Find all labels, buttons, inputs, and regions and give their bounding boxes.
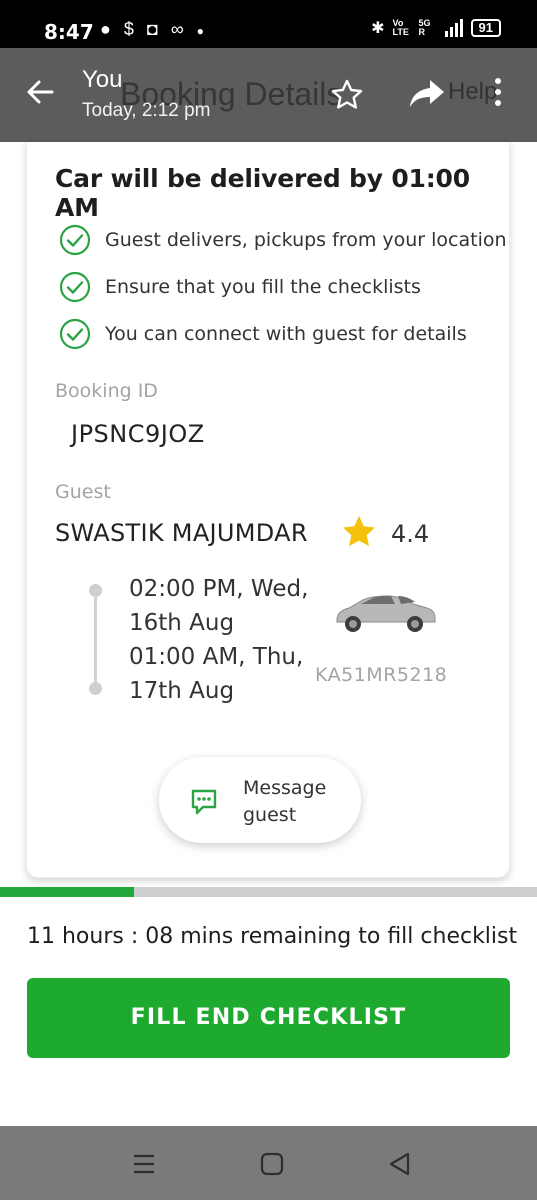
check-item-text: You can connect with guest for details bbox=[105, 323, 467, 345]
menu-icon[interactable] bbox=[130, 1150, 158, 1178]
start-date-line2: 16th Aug bbox=[129, 610, 235, 636]
check-circle-icon bbox=[59, 224, 91, 256]
checklist-progress-bar bbox=[0, 887, 537, 897]
infinity-icon: ∞ bbox=[170, 19, 184, 39]
system-nav-bar bbox=[0, 1126, 537, 1200]
message-guest-button[interactable]: Message guest bbox=[159, 757, 361, 843]
check-circle-icon bbox=[59, 271, 91, 303]
timeline-start-dot bbox=[89, 584, 102, 597]
guest-label: Guest bbox=[55, 481, 111, 503]
rating-star-icon bbox=[343, 516, 375, 547]
trip-timeline bbox=[89, 582, 102, 695]
chat-header: Booking Details Help You Today, 2:12 pm bbox=[0, 48, 537, 142]
network-label: 5G R bbox=[418, 18, 431, 37]
vehicle-plate: KA51MR5218 bbox=[315, 664, 448, 686]
status-bar: 8:47 ● $ ◘ ∞ ● ✱ Vo LTE 5G R 91 bbox=[0, 0, 537, 48]
battery-icon: 91 bbox=[470, 19, 501, 37]
signal-icon bbox=[444, 19, 463, 37]
end-date-line2: 17th Aug bbox=[129, 678, 235, 704]
trip-dates: 02:00 PM, Wed, 16th Aug 01:00 AM, Thu, 1… bbox=[129, 572, 308, 708]
check-item-text: Ensure that you fill the checklists bbox=[105, 276, 421, 298]
message-label-line1: Message bbox=[243, 777, 327, 799]
booking-card: Car will be delivered by 01:00 AM Guest … bbox=[26, 142, 510, 878]
more-dot-icon: ● bbox=[196, 24, 204, 38]
timeline-line bbox=[94, 590, 97, 690]
share-icon[interactable] bbox=[408, 76, 446, 110]
guest-name: SWASTIK MAJUMDAR bbox=[55, 519, 308, 547]
end-date-line1: 01:00 AM, Thu, bbox=[129, 644, 304, 670]
sender-name: You bbox=[82, 66, 123, 93]
check-circle-icon bbox=[59, 318, 91, 350]
check-item: Ensure that you fill the checklists bbox=[59, 271, 421, 303]
notification-icons: ● $ ◘ ∞ ● bbox=[100, 19, 212, 40]
remaining-time-text: 11 hours : 08 mins remaining to fill che… bbox=[27, 924, 518, 949]
check-item-text: Guest delivers, pickups from your locati… bbox=[105, 229, 507, 251]
message-guest-label: Message guest bbox=[243, 775, 343, 829]
message-label-line2: guest bbox=[243, 804, 297, 826]
chat-icon: ● bbox=[100, 19, 111, 39]
car-image bbox=[336, 595, 436, 632]
check-item: You can connect with guest for details bbox=[59, 318, 467, 350]
message-timestamp: Today, 2:12 pm bbox=[82, 100, 211, 121]
star-icon[interactable] bbox=[330, 78, 364, 112]
booking-id-value: JPSNC9JOZ bbox=[71, 420, 205, 448]
fill-end-checklist-button[interactable]: FILL END CHECKLIST bbox=[27, 978, 510, 1058]
more-options-icon[interactable] bbox=[493, 78, 503, 112]
delivery-title: Car will be delivered by 01:00 AM bbox=[55, 164, 470, 222]
bag-icon: ◘ bbox=[146, 19, 158, 39]
check-item: Guest delivers, pickups from your locati… bbox=[59, 224, 507, 256]
volte-label: Vo LTE bbox=[392, 18, 409, 37]
start-date-line1: 02:00 PM, Wed, bbox=[129, 576, 309, 602]
background-help-link: Help bbox=[448, 78, 498, 105]
back-arrow-icon[interactable] bbox=[24, 76, 56, 108]
clock: 8:47 bbox=[44, 20, 94, 44]
bluetooth-icon: ✱ bbox=[371, 20, 385, 37]
home-icon[interactable] bbox=[258, 1150, 286, 1178]
timeline-end-dot bbox=[89, 682, 102, 695]
booking-id-label: Booking ID bbox=[55, 380, 158, 402]
back-triangle-icon[interactable] bbox=[386, 1150, 414, 1178]
chat-bubble-icon bbox=[191, 789, 217, 815]
system-icons: ✱ Vo LTE 5G R 91 bbox=[371, 18, 501, 38]
progress-fill bbox=[0, 887, 135, 897]
guest-rating: 4.4 bbox=[391, 520, 430, 548]
app-icon: $ bbox=[123, 19, 134, 39]
